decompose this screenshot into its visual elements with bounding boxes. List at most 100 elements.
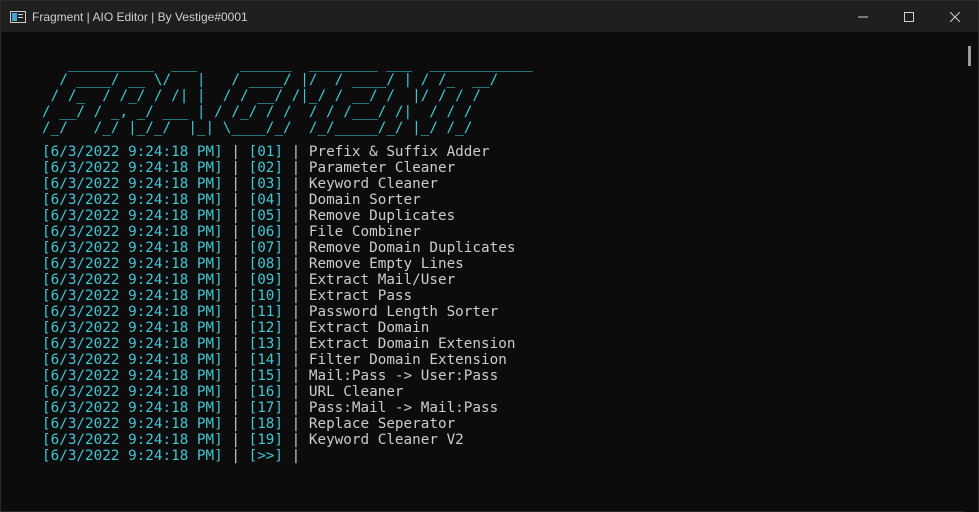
option-label: Parameter Cleaner <box>308 160 456 176</box>
separator: | <box>283 384 309 400</box>
option-label: Extract Domain Extension <box>308 336 516 352</box>
separator: | <box>222 160 249 176</box>
option-label: Remove Duplicates <box>308 208 456 224</box>
timestamp: [6/3/2022 9:24:18 PM] <box>42 368 223 384</box>
option-id: [12] <box>248 320 284 336</box>
timestamp: [6/3/2022 9:24:18 PM] <box>42 192 223 208</box>
option-label: Keyword Cleaner <box>308 176 438 192</box>
option-id: [08] <box>248 256 284 272</box>
option-id: [17] <box>248 400 284 416</box>
timestamp: [6/3/2022 9:24:18 PM] <box>42 352 223 368</box>
list-item: [6/3/2022 9:24:18 PM] | [18] | Replace S… <box>42 416 515 432</box>
option-id: [13] <box>248 336 284 352</box>
separator: | <box>283 304 309 320</box>
timestamp: [6/3/2022 9:24:18 PM] <box>42 320 223 336</box>
option-id: [10] <box>248 288 284 304</box>
option-id: [05] <box>248 208 284 224</box>
separator: | <box>222 432 249 448</box>
close-button[interactable] <box>932 1 978 32</box>
option-id: [11] <box>248 304 284 320</box>
list-item: [6/3/2022 9:24:18 PM] | [05] | Remove Du… <box>42 208 515 224</box>
separator: | <box>222 368 249 384</box>
option-label: Mail:Pass -> User:Pass <box>308 368 499 384</box>
separator: | <box>222 208 249 224</box>
timestamp: [6/3/2022 9:24:18 PM] <box>42 304 223 320</box>
separator: | <box>222 384 249 400</box>
option-id: [15] <box>248 368 284 384</box>
separator: | <box>222 272 249 288</box>
list-item: [6/3/2022 9:24:18 PM] | [10] | Extract P… <box>42 288 515 304</box>
console-app-icon[interactable] <box>10 10 26 23</box>
option-label: Prefix & Suffix Adder <box>308 144 490 160</box>
separator: | <box>222 400 249 416</box>
separator: | <box>222 416 249 432</box>
option-id: [>>] <box>248 448 284 464</box>
separator: | <box>283 240 309 256</box>
separator: | <box>222 144 249 160</box>
separator: | <box>283 256 309 272</box>
option-label: Filter Domain Extension <box>308 352 507 368</box>
separator: | <box>222 320 249 336</box>
list-item: [6/3/2022 9:24:18 PM] | [14] | Filter Do… <box>42 352 515 368</box>
window-title: Fragment | AIO Editor | By Vestige#0001 <box>32 9 248 24</box>
separator: | <box>283 224 309 240</box>
option-id: [01] <box>248 144 284 160</box>
option-label: Remove Domain Duplicates <box>308 240 516 256</box>
timestamp: [6/3/2022 9:24:18 PM] <box>42 224 223 240</box>
close-icon <box>950 11 960 22</box>
console-window: Fragment | AIO Editor | By Vestige#0001 … <box>0 0 979 512</box>
separator: | <box>222 304 249 320</box>
separator: | <box>222 176 249 192</box>
timestamp: [6/3/2022 9:24:18 PM] <box>42 384 223 400</box>
option-label: Extract Domain <box>308 320 430 336</box>
option-label: File Combiner <box>308 224 421 240</box>
option-id: [04] <box>248 192 284 208</box>
timestamp: [6/3/2022 9:24:18 PM] <box>42 144 223 160</box>
timestamp: [6/3/2022 9:24:18 PM] <box>42 336 223 352</box>
timestamp: [6/3/2022 9:24:18 PM] <box>42 448 223 464</box>
timestamp: [6/3/2022 9:24:18 PM] <box>42 288 223 304</box>
separator: | <box>222 192 249 208</box>
separator: | <box>222 256 249 272</box>
list-item: [6/3/2022 9:24:18 PM] | [17] | Pass:Mail… <box>42 400 515 416</box>
window-controls <box>840 1 978 32</box>
minimize-icon <box>858 16 868 17</box>
title-bar[interactable]: Fragment | AIO Editor | By Vestige#0001 <box>1 1 978 32</box>
cursor: | <box>283 448 301 464</box>
timestamp: [6/3/2022 9:24:18 PM] <box>42 272 223 288</box>
menu-list: [6/3/2022 9:24:18 PM] | [01] | Prefix & … <box>42 144 515 464</box>
timestamp: [6/3/2022 9:24:18 PM] <box>42 432 223 448</box>
option-label: Replace Seperator <box>308 416 456 432</box>
input-prompt-line: [6/3/2022 9:24:18 PM] | [>>] | <box>42 448 515 464</box>
separator: | <box>222 288 249 304</box>
list-item: [6/3/2022 9:24:18 PM] | [12] | Extract D… <box>42 320 515 336</box>
scrollbar[interactable] <box>964 32 978 512</box>
timestamp: [6/3/2022 9:24:18 PM] <box>42 416 223 432</box>
separator: | <box>222 224 249 240</box>
list-item: [6/3/2022 9:24:18 PM] | [09] | Extract M… <box>42 272 515 288</box>
maximize-button[interactable] <box>886 1 932 32</box>
separator: | <box>283 416 309 432</box>
option-id: [09] <box>248 272 284 288</box>
option-id: [07] <box>248 240 284 256</box>
list-item: [6/3/2022 9:24:18 PM] | [16] | URL Clean… <box>42 384 515 400</box>
timestamp: [6/3/2022 9:24:18 PM] <box>42 208 223 224</box>
timestamp: [6/3/2022 9:24:18 PM] <box>42 176 223 192</box>
separator: | <box>283 160 309 176</box>
separator: | <box>283 288 309 304</box>
separator: | <box>283 320 309 336</box>
list-item: [6/3/2022 9:24:18 PM] | [15] | Mail:Pass… <box>42 368 515 384</box>
separator: | <box>283 352 309 368</box>
option-label: Extract Pass <box>308 288 413 304</box>
console-output[interactable]: __________ ___ ______ ________ ___ _____… <box>1 32 966 512</box>
list-item: [6/3/2022 9:24:18 PM] | [19] | Keyword C… <box>42 432 515 448</box>
separator: | <box>222 448 249 464</box>
separator: | <box>283 192 309 208</box>
separator: | <box>283 400 309 416</box>
list-item: [6/3/2022 9:24:18 PM] | [04] | Domain So… <box>42 192 515 208</box>
option-id: [19] <box>248 432 284 448</box>
option-label: Domain Sorter <box>308 192 421 208</box>
scrollbar-thumb[interactable] <box>968 46 971 66</box>
separator: | <box>283 272 309 288</box>
minimize-button[interactable] <box>840 1 886 32</box>
